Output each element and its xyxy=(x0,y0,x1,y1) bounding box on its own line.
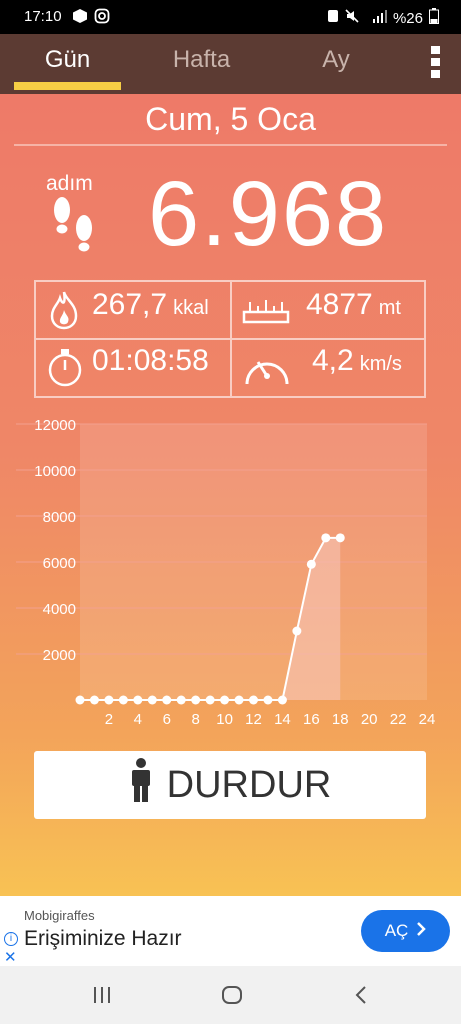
chart-data-point xyxy=(133,695,143,705)
chart-x-tick-label: 10 xyxy=(216,711,233,728)
chart-data-point xyxy=(104,695,114,705)
chart-data-point xyxy=(75,695,85,705)
chart-data-point xyxy=(306,559,316,569)
chart-x-tick-label: 2 xyxy=(105,711,113,728)
box-icon xyxy=(72,8,88,28)
chart-data-point xyxy=(292,626,302,636)
stats-divider-horizontal xyxy=(36,338,424,340)
chart-x-tick-label: 24 xyxy=(419,711,436,728)
recent-apps-icon[interactable] xyxy=(92,986,112,1009)
calories-value: 267,7 xyxy=(92,288,168,321)
system-nav-bar xyxy=(0,966,461,1024)
ad-close-icon[interactable]: ✕ xyxy=(4,948,17,966)
chart-data-point xyxy=(249,695,258,705)
step-count: 6.968 xyxy=(148,163,389,265)
chart-data-point xyxy=(335,533,345,543)
chart-x-tick-label: 4 xyxy=(134,711,142,728)
chart-x-tick-label: 8 xyxy=(191,711,199,728)
chart-data-point xyxy=(277,695,287,705)
status-right: %26 xyxy=(327,8,439,28)
stop-button[interactable]: DURDUR xyxy=(34,751,426,819)
chart-data-point xyxy=(147,695,157,705)
chart-data-point xyxy=(234,695,244,705)
chart-data-point xyxy=(220,695,230,705)
flame-icon xyxy=(48,290,80,335)
speedometer-icon xyxy=(242,346,292,395)
calories-stat: 267,7 kkal xyxy=(92,288,209,322)
chart-data-point xyxy=(205,695,215,705)
app-screen: 17:10 %26 Gün Hafta Ay Cum, 5 Oca adım 6… xyxy=(0,0,461,1024)
chart-data-point xyxy=(176,695,186,705)
chart-data-point xyxy=(162,695,172,705)
battery-icon xyxy=(429,8,439,28)
chart-x-tick-label: 6 xyxy=(163,711,171,728)
chart-data-point xyxy=(118,695,128,705)
stop-button-label: DURDUR xyxy=(166,763,332,806)
steps-label: adım xyxy=(46,172,93,195)
chart-y-tick-label: 4000 xyxy=(43,601,76,618)
home-icon[interactable] xyxy=(221,985,243,1010)
instagram-icon xyxy=(94,8,110,28)
battery-label: %26 xyxy=(392,9,423,27)
chart-data-point xyxy=(191,695,201,705)
status-left-icons xyxy=(72,8,110,28)
chart-y-tick-label: 6000 xyxy=(43,555,76,572)
chart-x-tick-label: 16 xyxy=(303,711,320,728)
chart-svg: 200040006000800010000120002 4 6 8 10 12 14 16 18… xyxy=(16,417,436,728)
chart-x-tick-label: 18 xyxy=(332,711,349,728)
ad-info-icon[interactable]: i xyxy=(4,932,18,946)
ruler-icon xyxy=(242,296,290,329)
chart-y-tick-label: 10000 xyxy=(34,463,76,480)
tab-active-indicator xyxy=(14,82,121,90)
signal-4g-icon xyxy=(365,9,387,27)
speed-stat: 4,2 km/s xyxy=(312,344,402,378)
distance-stat: 4877 mt xyxy=(306,288,401,322)
overflow-menu-icon[interactable] xyxy=(431,46,441,82)
distance-value: 4877 xyxy=(306,288,373,321)
steps-chart: 2000 4000 6000 8000 10000 12000 2 4 6 8 10 12 14 16 18… xyxy=(0,410,461,740)
chart-data-point xyxy=(89,695,99,705)
chart-y-tick-label: 12000 xyxy=(34,417,76,434)
ad-cta-button[interactable]: AÇ xyxy=(361,910,450,952)
chart-x-tick-label: 22 xyxy=(390,711,407,728)
tab-day[interactable]: Gün xyxy=(14,46,121,74)
main-panel: Cum, 5 Oca adım 6.968 267,7 kkal 4877 mt… xyxy=(0,94,461,896)
speed-value: 4,2 xyxy=(312,344,354,377)
distance-unit: mt xyxy=(378,297,401,319)
status-time: 17:10 xyxy=(24,8,62,25)
mute-icon xyxy=(345,9,359,27)
chart-y-tick-label: 2000 xyxy=(43,647,76,664)
stats-grid: 267,7 kkal 4877 mt 01:08:58 4,2 km/s xyxy=(34,280,426,398)
ad-cta-label: AÇ xyxy=(384,921,409,940)
duration-stat: 01:08:58 xyxy=(92,344,209,378)
back-icon[interactable] xyxy=(354,985,368,1010)
footprints-icon xyxy=(48,194,100,258)
person-icon xyxy=(129,758,153,812)
date-title: Cum, 5 Oca xyxy=(14,94,447,146)
chart-x-tick-label: 12 xyxy=(245,711,262,728)
stopwatch-icon xyxy=(46,346,84,393)
chart-x-tick-label: 20 xyxy=(361,711,378,728)
chevron-right-icon xyxy=(416,921,427,941)
ad-brand: Mobigiraffes xyxy=(24,908,95,923)
sim-icon xyxy=(327,9,339,27)
chart-data-point xyxy=(263,695,273,705)
speed-unit: km/s xyxy=(359,353,402,375)
duration-value: 01:08:58 xyxy=(92,344,209,377)
calories-unit: kkal xyxy=(173,297,209,319)
chart-data-point xyxy=(321,533,331,543)
chart-y-tick-label: 8000 xyxy=(43,509,76,526)
ad-title: Erişiminize Hazır xyxy=(24,927,182,950)
tab-week[interactable]: Hafta xyxy=(150,46,253,74)
chart-x-tick-label: 14 xyxy=(274,711,291,728)
tab-month[interactable]: Ay xyxy=(298,46,374,74)
ad-banner[interactable]: Mobigiraffes Erişiminize Hazır i ✕ AÇ xyxy=(0,896,461,966)
status-bar: 17:10 %26 xyxy=(0,0,461,34)
